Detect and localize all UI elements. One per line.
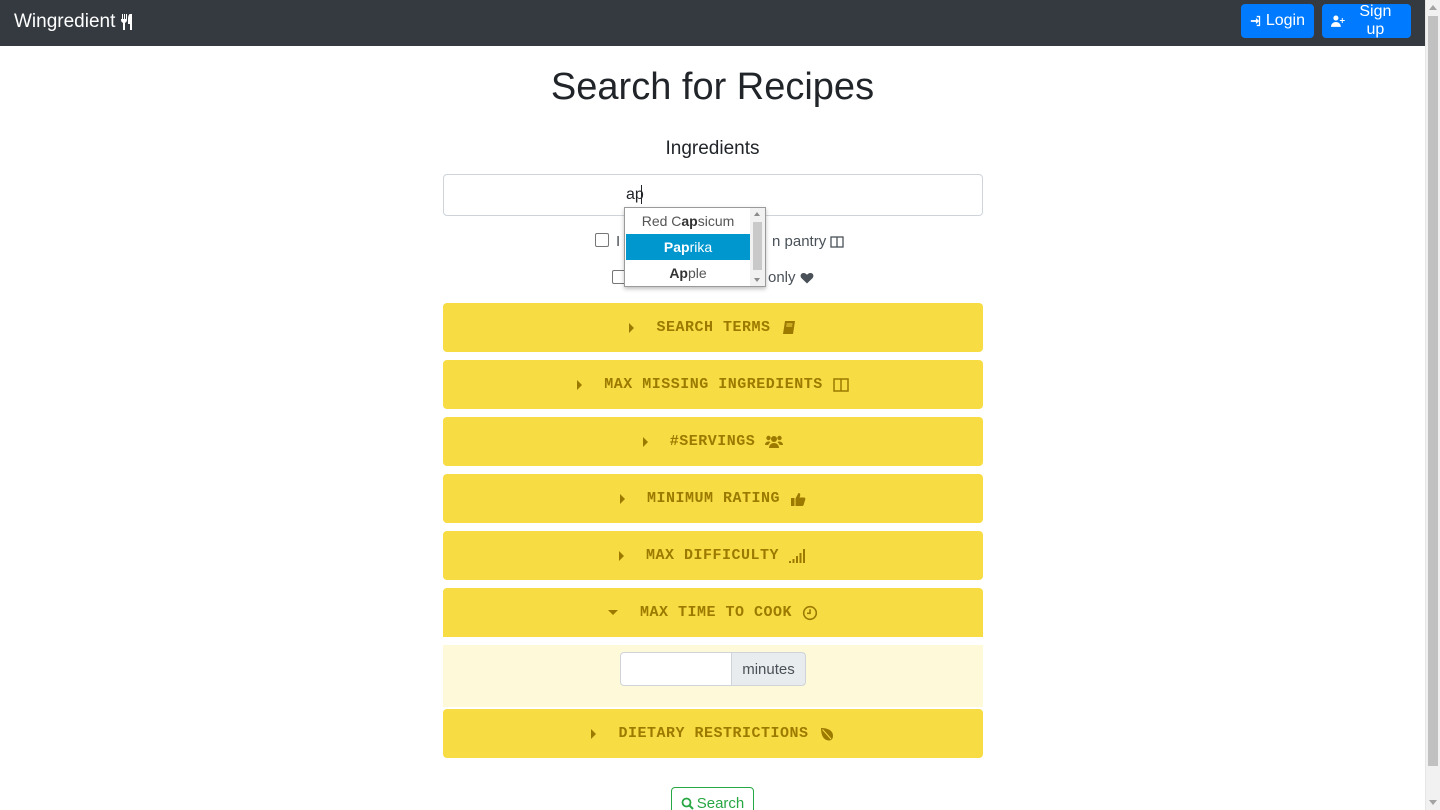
autocomplete-dropdown[interactable]: Red Capsicum Paprika Apple bbox=[624, 207, 766, 287]
accordion-max-difficulty[interactable]: MAX DIFFICULTY bbox=[443, 531, 983, 580]
pantry-checkbox-label-end: n pantry bbox=[772, 233, 844, 250]
option-text-post: ple bbox=[687, 265, 707, 281]
columns-icon bbox=[830, 235, 844, 248]
dropdown-scrollbar[interactable] bbox=[750, 208, 765, 286]
option-text-post: sicum bbox=[697, 213, 735, 229]
user-plus-icon bbox=[1331, 15, 1345, 27]
leaf-icon bbox=[820, 727, 833, 740]
search-icon bbox=[681, 797, 694, 810]
accordion-servings[interactable]: #SERVINGS bbox=[443, 417, 983, 466]
accordion-label: #SERVINGS bbox=[669, 433, 756, 450]
favorites-checkbox-label-end: only bbox=[768, 269, 814, 286]
clock-icon bbox=[802, 605, 818, 620]
option-text-match: ap bbox=[681, 213, 698, 229]
autocomplete-option[interactable]: Red Capsicum bbox=[626, 208, 750, 234]
pantry-checkbox-label-start: I bbox=[616, 233, 621, 250]
option-text-match: Pap bbox=[663, 239, 690, 255]
accordion-label: MAX TIME TO COOK bbox=[639, 604, 793, 621]
search-label: Search bbox=[696, 795, 745, 810]
caret-right-icon bbox=[642, 436, 648, 447]
accordion-label: MAX MISSING INGREDIENTS bbox=[604, 376, 823, 393]
scroll-down-arrow-icon[interactable] bbox=[1429, 800, 1437, 805]
option-text-post: rika bbox=[689, 239, 713, 255]
utensils-icon bbox=[121, 14, 133, 30]
heart-icon bbox=[800, 272, 813, 283]
ingredients-label: Ingredients bbox=[665, 138, 760, 159]
sign-in-icon bbox=[1250, 15, 1261, 27]
autocomplete-option-selected[interactable]: Paprika bbox=[626, 234, 750, 260]
text-caret bbox=[641, 185, 642, 204]
dropdown-scroll-thumb[interactable] bbox=[753, 222, 762, 270]
accordion-search-terms[interactable]: SEARCH TERMS bbox=[443, 303, 983, 352]
accordion-label: SEARCH TERMS bbox=[656, 319, 771, 336]
scroll-up-arrow-icon[interactable] bbox=[1429, 5, 1437, 10]
navbar: Wingredient Login Sign up bbox=[0, 0, 1425, 46]
caret-right-icon bbox=[618, 550, 624, 561]
dropdown-scroll-down-icon[interactable] bbox=[754, 278, 760, 282]
accordion-label: MAX DIFFICULTY bbox=[645, 547, 780, 564]
page-scrollbar[interactable] bbox=[1425, 0, 1440, 810]
users-icon bbox=[765, 435, 784, 448]
columns-icon bbox=[833, 377, 849, 392]
pantry-checkbox[interactable] bbox=[595, 233, 609, 247]
caret-right-icon bbox=[619, 493, 625, 504]
search-button[interactable]: Search bbox=[671, 787, 754, 810]
max-time-input[interactable] bbox=[620, 652, 732, 686]
page-title: Search for Recipes bbox=[550, 66, 875, 108]
caret-right-icon bbox=[577, 379, 583, 390]
accordion-max-time-to-cook[interactable]: MAX TIME TO COOK bbox=[443, 588, 983, 637]
pantry-checkbox-row[interactable] bbox=[595, 233, 609, 247]
accordion-label: DIETARY RESTRICTIONS bbox=[618, 725, 809, 742]
accordion-minimum-rating[interactable]: MINIMUM RATING bbox=[443, 474, 983, 523]
caret-down-icon bbox=[607, 610, 618, 615]
dropdown-scroll-up-icon[interactable] bbox=[754, 212, 760, 216]
book-icon bbox=[782, 320, 795, 334]
max-time-panel: minutes bbox=[443, 645, 983, 707]
brand-text[interactable]: Wingredient bbox=[14, 11, 115, 33]
accordion-max-missing-ingredients[interactable]: MAX MISSING INGREDIENTS bbox=[443, 360, 983, 409]
login-label: Login bbox=[1265, 12, 1305, 29]
signup-button[interactable]: Sign up bbox=[1322, 3, 1411, 38]
option-text-pre: Red C bbox=[641, 213, 682, 229]
accordion-label: MINIMUM RATING bbox=[646, 490, 781, 507]
caret-right-icon bbox=[591, 728, 597, 739]
minutes-addon: minutes bbox=[731, 652, 806, 686]
signup-label: Sign up bbox=[1359, 3, 1392, 38]
caret-right-icon bbox=[629, 322, 635, 333]
thumbs-up-icon bbox=[791, 492, 806, 506]
accordion-dietary-restrictions[interactable]: DIETARY RESTRICTIONS bbox=[443, 709, 983, 758]
signal-icon bbox=[789, 548, 806, 563]
pantry-label-text: n pantry bbox=[772, 233, 827, 250]
scrollbar-thumb[interactable] bbox=[1428, 16, 1438, 766]
login-button[interactable]: Login bbox=[1241, 4, 1314, 38]
brand[interactable]: Wingredient bbox=[14, 11, 137, 33]
favorites-label-text: only bbox=[768, 269, 796, 286]
option-text-match: Ap bbox=[669, 265, 688, 281]
autocomplete-option[interactable]: Apple bbox=[626, 260, 750, 286]
